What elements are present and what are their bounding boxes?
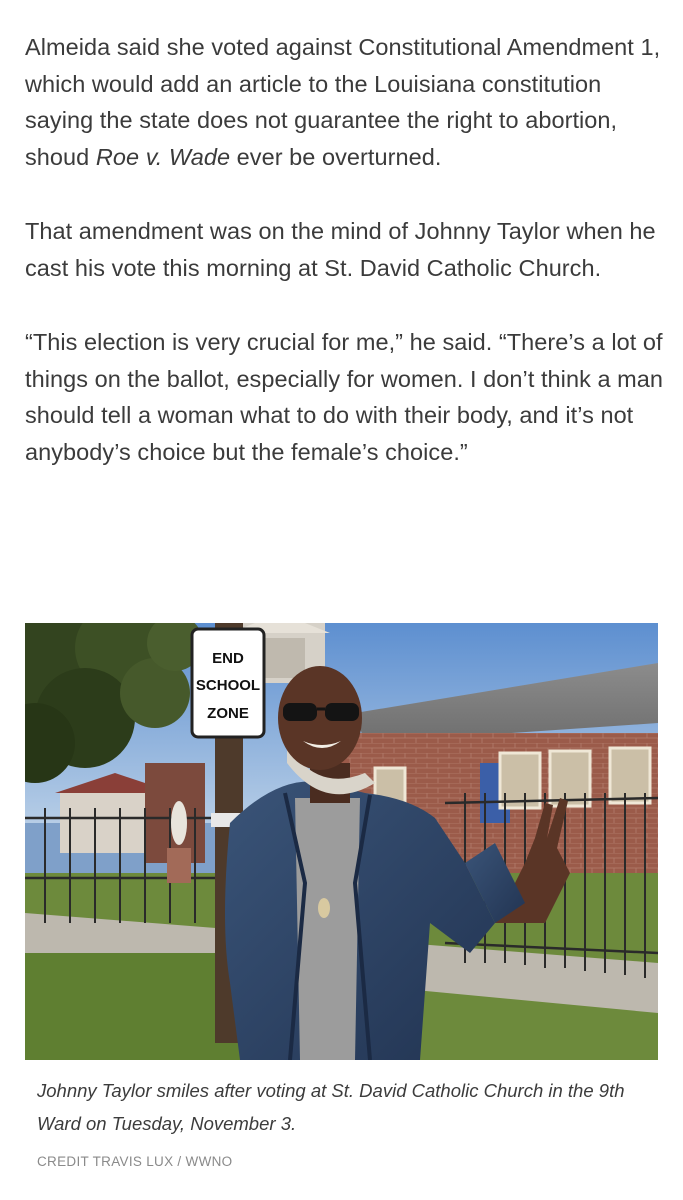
photo-caption: Johnny Taylor smiles after voting at St.… (37, 1080, 625, 1134)
end-school-zone-sign: END SCHOOL ZONE (190, 627, 266, 739)
paragraph-1-ending: ever be overturned. (230, 143, 442, 170)
photo-credit: CREDIT TRAVIS LUX / WWNO (37, 1154, 233, 1169)
article-body: Almeida said she voted against Constitut… (25, 29, 665, 470)
sign-line-1: END (212, 650, 244, 667)
paragraph-quote: “This election is very crucial for me,” … (25, 329, 664, 465)
article-photo: END SCHOOL ZONE (25, 623, 658, 1060)
paragraph-almeida: Almeida said she voted against Constitut… (25, 29, 665, 175)
case-name-italic: Roe v. Wade (95, 143, 231, 170)
sign-line-2: SCHOOL (196, 677, 260, 694)
photo-illustration: END SCHOOL ZONE (25, 623, 658, 1060)
sign-line-3: ZONE (207, 705, 249, 722)
paragraph-johnny-taylor: That amendment was on the mind of Johnny… (25, 218, 656, 281)
